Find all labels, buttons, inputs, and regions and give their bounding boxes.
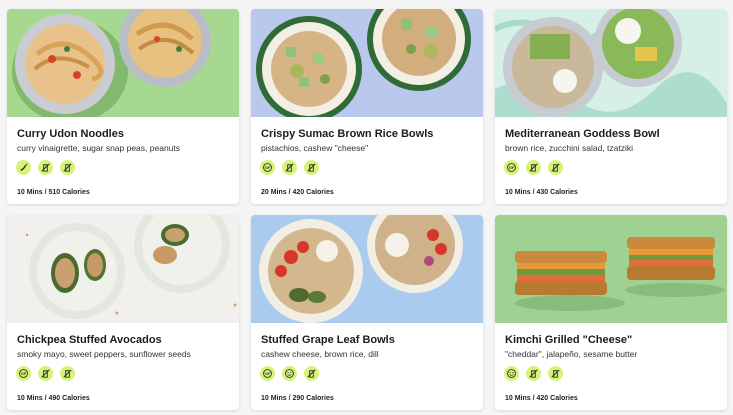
recipe-subtitle: pistachios, cashew "cheese" — [261, 143, 369, 153]
recipe-card-curry-udon-noodles[interactable]: Curry Udon Noodles curry vinaigrette, su… — [7, 9, 239, 204]
gluten-free-icon: GF — [16, 366, 31, 381]
recipe-card-mediterranean-goddess-bowl[interactable]: Mediterranean Goddess Bowl brown rice, z… — [495, 9, 727, 204]
recipe-title[interactable]: Kimchi Grilled "Cheese" — [505, 334, 719, 346]
no-dairy-icon — [38, 160, 53, 175]
no-dairy-icon — [60, 366, 75, 381]
smile-icon — [282, 366, 297, 381]
recipe-card-kimchi-grilled-cheese[interactable]: Kimchi Grilled "Cheese" "cheddar", jalap… — [495, 215, 727, 410]
recipe-subtitle: cashew cheese, brown rice, dill — [261, 349, 379, 359]
recipe-photo[interactable] — [251, 215, 483, 323]
svg-text:GF: GF — [21, 372, 27, 376]
no-dairy-icon — [526, 160, 541, 175]
recipe-card-stuffed-grape-leaf-bowls[interactable]: Stuffed Grape Leaf Bowls cashew cheese, … — [251, 215, 483, 410]
diet-tags — [504, 366, 563, 381]
recipe-card-chickpea-stuffed-avocados[interactable]: Chickpea Stuffed Avocados smoky mayo, sw… — [7, 215, 239, 410]
recipe-photo[interactable] — [251, 9, 483, 117]
recipe-title[interactable]: Chickpea Stuffed Avocados — [17, 334, 231, 346]
recipe-title[interactable]: Crispy Sumac Brown Rice Bowls — [261, 128, 475, 140]
no-dairy-icon — [526, 366, 541, 381]
no-dairy-icon — [548, 160, 563, 175]
recipe-card-crispy-sumac-brown-rice-bowls[interactable]: Crispy Sumac Brown Rice Bowls pistachios… — [251, 9, 483, 204]
recipe-time-calories: 20 Mins / 420 Calories — [261, 189, 334, 196]
recipe-time-calories: 10 Mins / 290 Calories — [261, 395, 334, 402]
smile-icon — [504, 366, 519, 381]
no-dairy-icon — [38, 366, 53, 381]
recipe-subtitle: curry vinaigrette, sugar snap peas, pean… — [17, 143, 181, 153]
svg-text:GF: GF — [509, 166, 515, 170]
svg-text:GF: GF — [265, 166, 271, 170]
no-dairy-icon — [548, 366, 563, 381]
no-dairy-icon — [304, 366, 319, 381]
gluten-free-icon: GF — [260, 160, 275, 175]
recipe-title[interactable]: Stuffed Grape Leaf Bowls — [261, 334, 475, 346]
diet-tags: GF — [260, 160, 319, 175]
recipe-photo[interactable] — [495, 215, 727, 323]
svg-text:GF: GF — [265, 372, 271, 376]
no-dairy-icon — [304, 160, 319, 175]
recipe-photo[interactable] — [7, 9, 239, 117]
recipe-time-calories: 10 Mins / 510 Calories — [17, 189, 90, 196]
recipe-time-calories: 10 Mins / 490 Calories — [17, 395, 90, 402]
recipe-subtitle: "cheddar", jalapeño, sesame butter — [505, 349, 638, 359]
recipe-subtitle: smoky mayo, sweet peppers, sunflower see… — [17, 349, 191, 359]
recipe-time-calories: 10 Mins / 420 Calories — [505, 395, 578, 402]
recipe-title[interactable]: Mediterranean Goddess Bowl — [505, 128, 719, 140]
recipe-grid: Curry Udon Noodles curry vinaigrette, su… — [0, 0, 733, 415]
gluten-free-icon: GF — [260, 366, 275, 381]
diet-tags — [16, 160, 75, 175]
recipe-time-calories: 10 Mins / 430 Calories — [505, 189, 578, 196]
recipe-subtitle: brown rice, zucchini salad, tzatziki — [505, 143, 634, 153]
diet-tags: GF — [504, 160, 563, 175]
no-dairy-icon — [60, 160, 75, 175]
recipe-photo[interactable] — [495, 9, 727, 117]
recipe-photo[interactable] — [7, 215, 239, 323]
chili-pepper-icon — [16, 160, 31, 175]
recipe-title[interactable]: Curry Udon Noodles — [17, 128, 231, 140]
diet-tags: GF — [16, 366, 75, 381]
no-dairy-icon — [282, 160, 297, 175]
gluten-free-icon: GF — [504, 160, 519, 175]
diet-tags: GF — [260, 366, 319, 381]
